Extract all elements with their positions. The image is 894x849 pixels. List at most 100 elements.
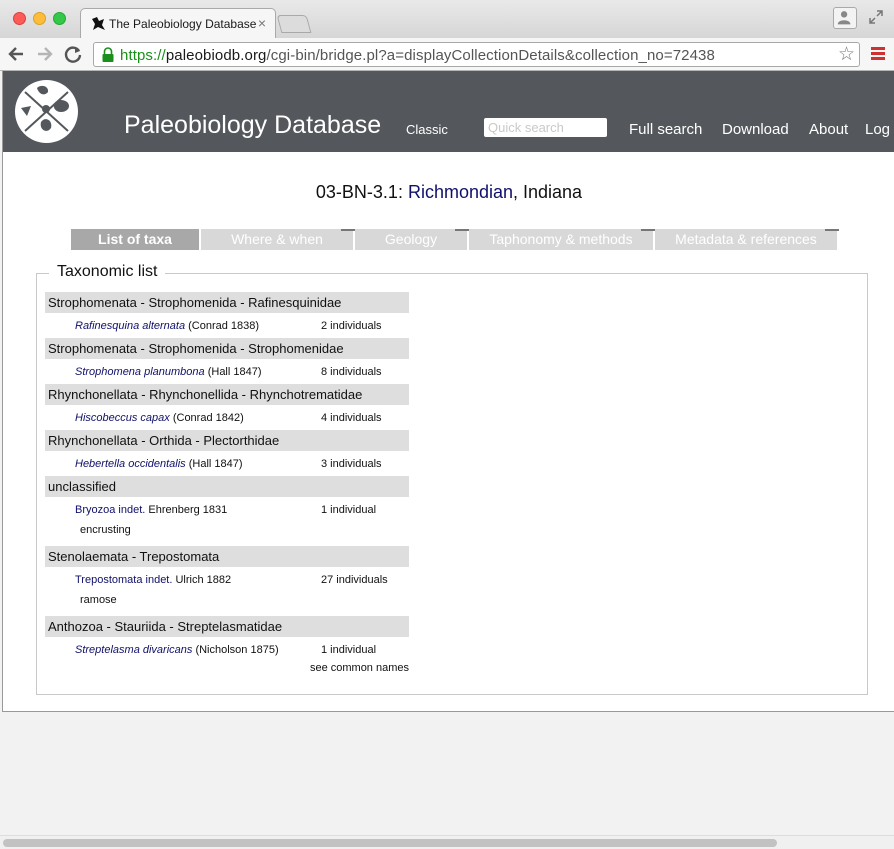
url-text: https://paleobiodb.org/cgi-bin/bridge.pl… — [120, 47, 715, 64]
abundance: 27 individuals — [321, 574, 388, 586]
tab-label: Metadata & references — [675, 231, 817, 247]
table-row: Trepostomata indet. Ulrich 1882 27 indiv… — [45, 567, 409, 592]
nav-login[interactable]: Log — [865, 121, 890, 138]
table-row: Strophomena planumbona (Hall 1847) 8 ind… — [45, 359, 409, 384]
tab-label: Taphonomy & methods — [489, 231, 633, 247]
page-title: 03-BN-3.1: Richmondian, Indiana — [3, 182, 894, 203]
collection-location: , Indiana — [513, 182, 583, 202]
see-common-names-link[interactable]: see common names — [310, 662, 409, 674]
collection-id: 03-BN-3.1: — [315, 182, 408, 202]
taxon-author: (Hall 1847) — [185, 458, 243, 470]
taxon-link[interactable]: Rafinesquina alternata — [75, 320, 185, 332]
scrollbar-thumb[interactable] — [3, 839, 777, 847]
forward-icon[interactable] — [33, 43, 55, 65]
table-row: Hebertella occidentalis (Hall 1847) 3 in… — [45, 451, 409, 476]
taxon-link[interactable]: Strophomena planumbona — [75, 366, 205, 378]
page: Paleobiology Database Classic Full searc… — [2, 71, 894, 712]
nav-download[interactable]: Download — [722, 121, 789, 138]
tab-close-icon[interactable]: × — [258, 15, 266, 31]
address-bar[interactable]: https://paleobiodb.org/cgi-bin/bridge.pl… — [93, 42, 860, 67]
tab-label: Where & when — [231, 231, 323, 247]
menu-icon[interactable] — [871, 47, 885, 61]
tab-corner — [455, 229, 469, 231]
reload-icon[interactable] — [62, 43, 84, 65]
nav-full-search[interactable]: Full search — [629, 121, 702, 138]
taxon-link[interactable]: Hiscobeccus capax — [75, 412, 170, 424]
abundance: 1 individual — [321, 504, 377, 516]
abundance: 3 individuals — [321, 458, 382, 470]
site-header: Paleobiology Database Classic Full searc… — [3, 71, 894, 152]
taxon-author: (Hall 1847) — [204, 366, 262, 378]
tab-corner — [341, 229, 355, 231]
favicon-icon — [92, 17, 105, 30]
group-header: Rhynchonellata - Orthida - Plectorthidae — [45, 430, 409, 451]
taxa-table: Strophomenata - Strophomenida - Rafinesq… — [45, 292, 409, 682]
fullscreen-icon[interactable] — [868, 9, 884, 25]
taxon-link[interactable]: Trepostomata indet. — [75, 574, 172, 586]
new-tab-button[interactable] — [276, 15, 312, 33]
horizontal-scrollbar[interactable] — [0, 835, 894, 849]
taxon-note: encrusting — [80, 524, 131, 536]
minimize-window-button[interactable] — [33, 12, 46, 25]
taxon-name: Hiscobeccus capax (Conrad 1842) — [75, 412, 244, 424]
taxon-author: (Nicholson 1875) — [192, 644, 279, 656]
taxon-name: Rafinesquina alternata (Conrad 1838) — [75, 320, 259, 332]
group-header: Rhynchonellata - Rhynchonellida - Rhynch… — [45, 384, 409, 405]
window-titlebar: The Paleobiology Database × — [0, 0, 894, 38]
star-icon[interactable]: ☆ — [838, 45, 855, 65]
group-header: Stenolaemata - Trepostomata — [45, 546, 409, 567]
taxon-link[interactable]: Streptelasma divaricans — [75, 644, 192, 656]
site-title[interactable]: Paleobiology Database — [124, 111, 381, 140]
taxon-note-row: encrusting — [45, 522, 409, 546]
tab-corner — [641, 229, 655, 231]
profile-icon[interactable] — [833, 7, 857, 29]
abundance: 4 individuals — [321, 412, 382, 424]
taxon-author: (Conrad 1838) — [185, 320, 260, 332]
taxonomic-list-legend: Taxonomic list — [49, 263, 166, 281]
collection-tabs: List of taxa Where & when Geology Taphon… — [71, 229, 839, 250]
tab-title: The Paleobiology Database — [109, 17, 257, 31]
taxon-name: Strophomena planumbona (Hall 1847) — [75, 366, 262, 378]
group-header: unclassified — [45, 476, 409, 497]
nav-about[interactable]: About — [809, 121, 848, 138]
abundance: 1 individual — [321, 644, 377, 656]
quick-search-input[interactable] — [484, 118, 607, 137]
page-viewport: Paleobiology Database Classic Full searc… — [0, 71, 894, 835]
tab-list-of-taxa[interactable]: List of taxa — [71, 229, 201, 250]
table-row: Bryozoa indet. Ehrenberg 1831 1 individu… — [45, 497, 409, 522]
expand-arrows-icon — [869, 10, 883, 24]
taxon-author: (Conrad 1842) — [169, 412, 244, 424]
taxon-name: Streptelasma divaricans (Nicholson 1875) — [75, 644, 279, 656]
close-window-button[interactable] — [13, 12, 26, 25]
group-header: Strophomenata - Strophomenida - Rafinesq… — [45, 292, 409, 313]
nav-classic[interactable]: Classic — [406, 122, 448, 137]
refresh-icon — [64, 46, 82, 63]
person-icon — [837, 11, 851, 25]
stage-link[interactable]: Richmondian — [408, 182, 513, 202]
back-icon[interactable] — [6, 43, 28, 65]
table-row: Hiscobeccus capax (Conrad 1842) 4 indivi… — [45, 405, 409, 430]
taxon-link[interactable]: Hebertella occidentalis — [75, 458, 186, 470]
lock-icon — [102, 47, 114, 62]
group-header: Anthozoa - Stauriida - Streptelasmatidae — [45, 616, 409, 637]
group-header: Strophomenata - Strophomenida - Strophom… — [45, 338, 409, 359]
tab-geology[interactable]: Geology — [355, 229, 469, 250]
taxon-link[interactable]: Bryozoa indet. — [75, 504, 145, 516]
table-row: Streptelasma divaricans (Nicholson 1875)… — [45, 637, 409, 662]
abundance: 2 individuals — [321, 320, 382, 332]
taxon-author: Ehrenberg 1831 — [145, 504, 228, 516]
taxon-name: Trepostomata indet. Ulrich 1882 — [75, 574, 231, 586]
browser-toolbar: https://paleobiodb.org/cgi-bin/bridge.pl… — [0, 38, 894, 71]
tab-where-when[interactable]: Where & when — [201, 229, 355, 250]
taxon-note-row: ramose — [45, 592, 409, 616]
tab-metadata-references[interactable]: Metadata & references — [655, 229, 839, 250]
table-row: Rafinesquina alternata (Conrad 1838) 2 i… — [45, 313, 409, 338]
zoom-window-button[interactable] — [53, 12, 66, 25]
arrow-right-icon — [38, 47, 53, 61]
tab-taphonomy-methods[interactable]: Taphonomy & methods — [469, 229, 655, 250]
browser-tab[interactable]: The Paleobiology Database × — [80, 8, 276, 38]
tab-label: Geology — [384, 231, 438, 247]
taxon-note: ramose — [80, 594, 117, 606]
arrow-left-icon — [8, 47, 23, 61]
logo[interactable] — [15, 80, 78, 143]
